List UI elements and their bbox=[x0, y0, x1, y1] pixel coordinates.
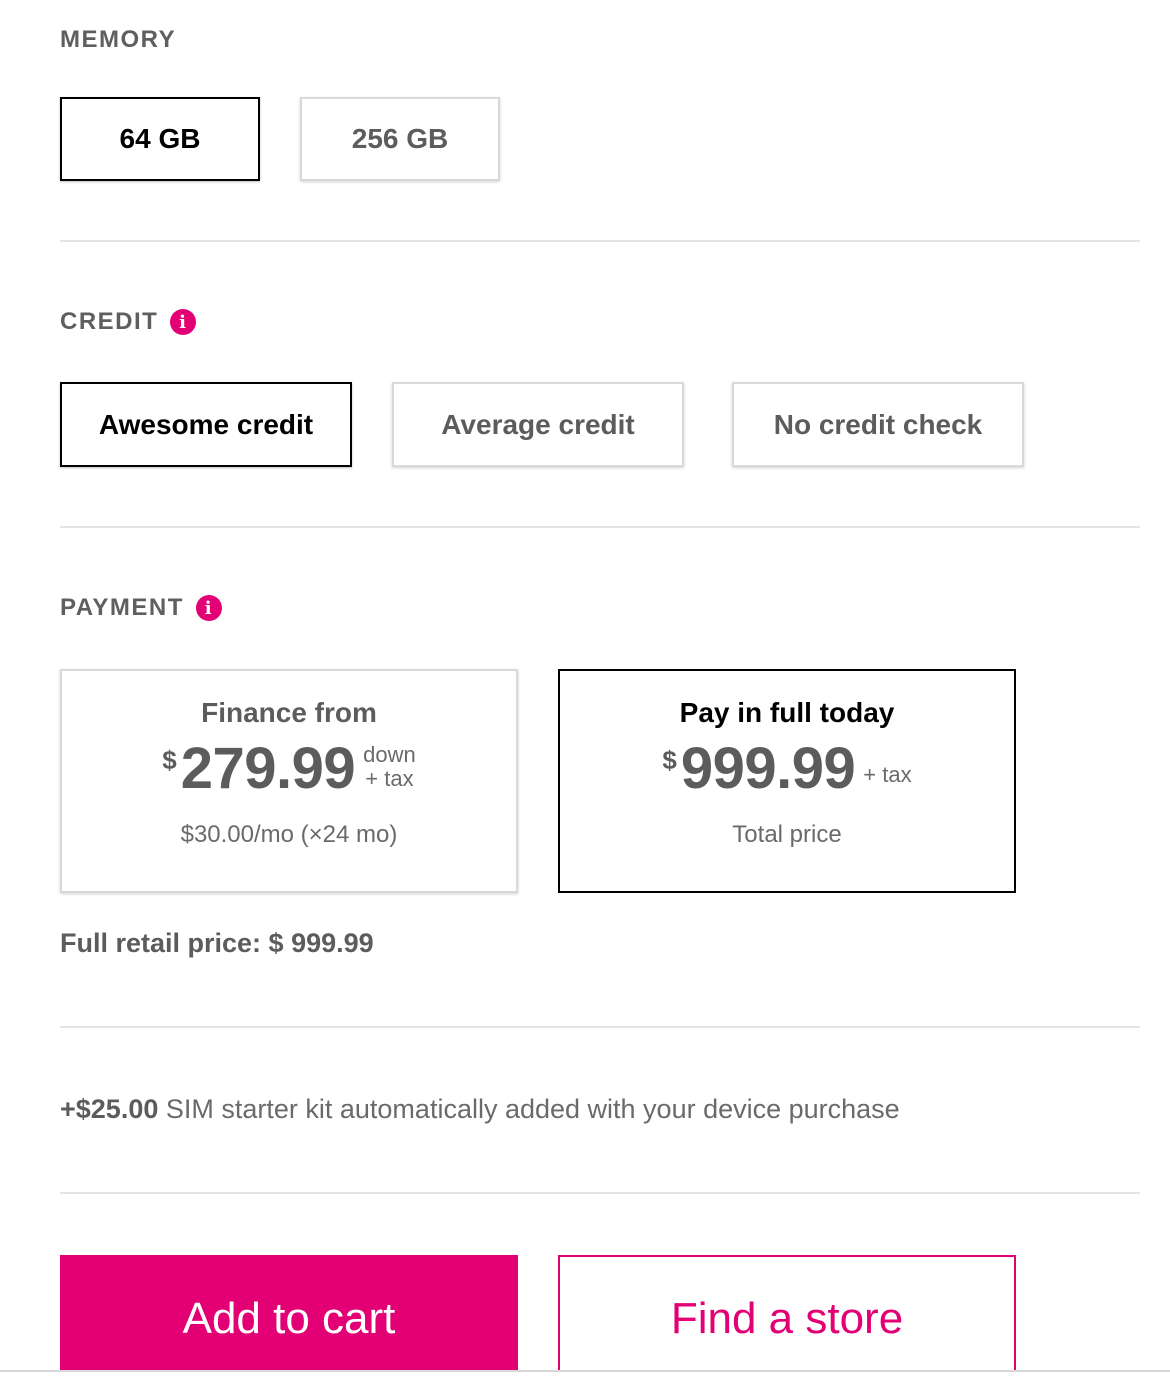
add-to-cart-button[interactable]: Add to cart bbox=[60, 1255, 518, 1383]
memory-option-256gb[interactable]: 256 GB bbox=[300, 97, 500, 181]
divider bbox=[60, 1026, 1140, 1028]
retail-price: Full retail price: $ 999.99 bbox=[60, 928, 374, 958]
full-suffix: + tax bbox=[863, 762, 912, 787]
finance-suffix-tax: + tax bbox=[365, 766, 414, 791]
add-to-cart-label: Add to cart bbox=[182, 1294, 396, 1343]
credit-option-label: No credit check bbox=[773, 408, 983, 440]
sim-kit-amount: +$25.00 bbox=[60, 1094, 159, 1124]
memory-section-label: MEMORY bbox=[60, 26, 176, 54]
finance-monthly: $30.00/mo (×24 mo) bbox=[180, 821, 398, 848]
memory-option-64gb[interactable]: 64 GB bbox=[60, 97, 260, 181]
payment-section-label: PAYMENT i bbox=[60, 594, 222, 622]
finance-suffix: down + tax bbox=[363, 743, 416, 791]
finance-suffix-down: down bbox=[363, 742, 416, 767]
memory-option-label: 256 GB bbox=[351, 123, 449, 154]
credit-section-label: CREDIT i bbox=[60, 308, 197, 336]
full-title: Pay in full today bbox=[679, 697, 895, 728]
divider bbox=[60, 1192, 1140, 1194]
payment-label: PAYMENT bbox=[60, 594, 184, 621]
memory-option-label: 64 GB bbox=[119, 123, 201, 154]
divider bbox=[60, 526, 1140, 528]
sim-kit-text: SIM starter kit automatically added with… bbox=[158, 1094, 900, 1124]
divider bbox=[60, 240, 1140, 242]
payment-option-full[interactable]: Pay in full today $ 999.99 + tax Total p… bbox=[558, 669, 1016, 893]
credit-option-no-check[interactable]: No credit check bbox=[732, 382, 1024, 467]
full-price: $ 999.99 + tax bbox=[560, 737, 1014, 801]
credit-option-label: Average credit bbox=[441, 408, 635, 440]
finance-currency: $ bbox=[162, 745, 177, 775]
finance-title: Finance from bbox=[201, 697, 377, 728]
credit-option-average[interactable]: Average credit bbox=[392, 382, 684, 467]
find-store-button[interactable]: Find a store bbox=[558, 1255, 1016, 1383]
credit-option-label: Awesome credit bbox=[98, 408, 314, 440]
info-icon[interactable]: i bbox=[195, 595, 222, 621]
full-amount: 999.99 bbox=[680, 736, 856, 801]
memory-label: MEMORY bbox=[60, 26, 177, 53]
credit-option-awesome[interactable]: Awesome credit bbox=[60, 382, 352, 467]
sim-kit-note: +$25.00 SIM starter kit automatically ad… bbox=[60, 1094, 900, 1125]
info-icon[interactable]: i bbox=[170, 309, 197, 335]
credit-label: CREDIT bbox=[60, 308, 159, 335]
finance-price: $ 279.99 down + tax bbox=[62, 737, 516, 801]
full-total-label: Total price bbox=[732, 821, 842, 848]
finance-amount: 279.99 bbox=[180, 736, 356, 801]
full-currency: $ bbox=[662, 745, 677, 775]
find-store-label: Find a store bbox=[670, 1294, 904, 1343]
payment-option-finance[interactable]: Finance from $ 279.99 down + tax $30.00/… bbox=[60, 669, 518, 893]
